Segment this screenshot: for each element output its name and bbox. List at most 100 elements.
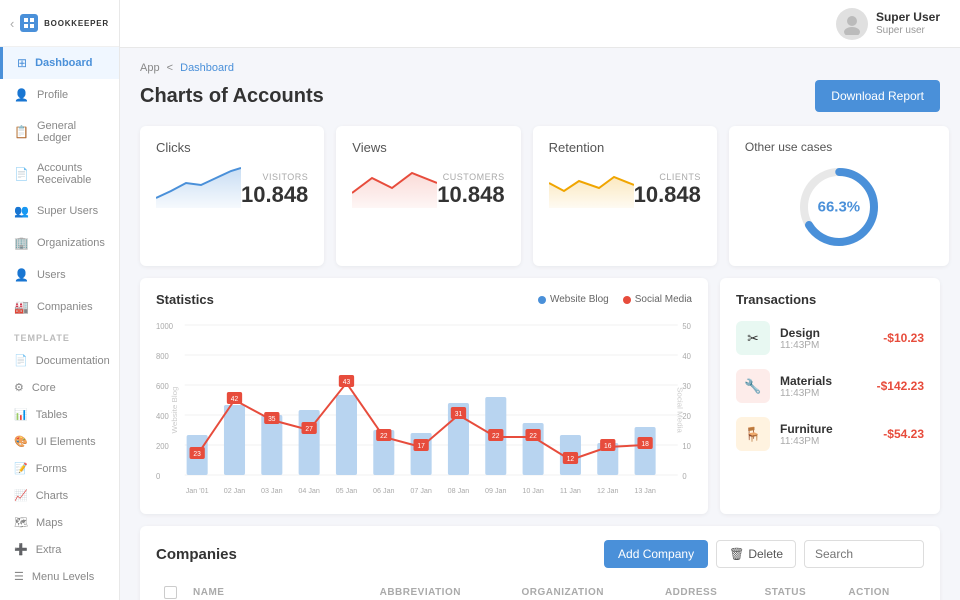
sidebar-item-accounts-receivable[interactable]: 📄 Accounts Receivable [0, 153, 119, 195]
clicks-value: 10.848 [241, 182, 308, 208]
furniture-info: Furniture 11:43PM [780, 422, 873, 447]
sidebar-label-menu-levels: Menu Levels [32, 571, 94, 583]
legend-social-media: Social Media [623, 294, 692, 305]
svg-text:35: 35 [268, 416, 276, 423]
statistics-chart-svg: 0 200 400 600 800 1000 0 10 20 30 40 50 [156, 315, 692, 500]
transaction-item-design: ✂ Design 11:43PM -$10.23 [736, 321, 924, 355]
sidebar-item-users[interactable]: 👤 Users [0, 259, 119, 291]
svg-text:12 Jan: 12 Jan [597, 486, 619, 495]
add-company-button[interactable]: Add Company [604, 540, 708, 568]
sidebar-item-general-ledger[interactable]: 📋 General Ledger [0, 111, 119, 153]
svg-text:22: 22 [529, 433, 537, 440]
svg-text:18: 18 [641, 441, 649, 448]
sidebar-logo[interactable]: ‹ BOOKKEEPER [0, 0, 119, 47]
design-name: Design [780, 326, 873, 340]
sidebar-item-tables[interactable]: 📊 Tables [0, 401, 119, 428]
delete-button[interactable]: 🗑 Delete [716, 540, 796, 568]
organizations-icon: 🏢 [14, 236, 29, 250]
col-address: ADDRESS [657, 580, 757, 600]
table-header-checkbox [156, 580, 185, 600]
svg-text:0: 0 [156, 472, 161, 481]
sidebar-item-maps[interactable]: 🗺 Maps [0, 509, 119, 536]
svg-text:11 Jan: 11 Jan [560, 486, 581, 495]
stat-card-retention: Retention CLIENTS [533, 126, 717, 266]
charts-transactions-row: Statistics Website Blog Social Media [140, 278, 940, 514]
svg-text:10 Jan: 10 Jan [522, 486, 544, 495]
logo-icon [20, 14, 38, 32]
sidebar-item-extra[interactable]: ➕ Extra [0, 536, 119, 563]
svg-text:23: 23 [193, 451, 201, 458]
svg-text:600: 600 [156, 382, 169, 391]
svg-text:03 Jan: 03 Jan [261, 486, 283, 495]
sidebar-label-ui-elements: UI Elements [36, 436, 96, 448]
materials-amount: -$142.23 [877, 379, 924, 393]
sidebar-item-profile[interactable]: 👤 Profile [0, 79, 119, 111]
profile-icon: 👤 [14, 88, 29, 102]
sidebar-label-general-ledger: General Ledger [37, 120, 105, 144]
sidebar-item-super-users[interactable]: 👥 Super Users [0, 195, 119, 227]
sidebar-item-ui-elements[interactable]: 🎨 UI Elements [0, 428, 119, 455]
svg-text:05 Jan: 05 Jan [336, 486, 358, 495]
svg-text:27: 27 [305, 426, 313, 433]
sidebar-item-organizations[interactable]: 🏢 Organizations [0, 227, 119, 259]
sidebar-item-documentation[interactable]: 📄 Documentation [0, 347, 119, 374]
accounts-icon: 📄 [14, 167, 29, 181]
sidebar-item-companies[interactable]: 🏭 Companies [0, 291, 119, 323]
transactions-card: Transactions ✂ Design 11:43PM -$10.23 🔧 … [720, 278, 940, 514]
svg-text:800: 800 [156, 352, 169, 361]
materials-time: 11:43PM [780, 388, 867, 399]
breadcrumb: App < Dashboard [140, 62, 940, 74]
page-title-row: Charts of Accounts Download Report [140, 80, 940, 112]
stat-cards-row: Clicks VISITORS 10 [140, 126, 940, 266]
other-use-cases-title: Other use cases [745, 140, 832, 154]
sidebar-item-dashboard[interactable]: ⊞ Dashboard [0, 47, 119, 79]
sidebar-label-organizations: Organizations [37, 237, 105, 249]
menu-levels-icon: ☰ [14, 570, 24, 583]
sidebar-item-charts[interactable]: 📈 Charts [0, 482, 119, 509]
sidebar-label-forms: Forms [36, 463, 67, 475]
svg-text:02 Jan: 02 Jan [224, 486, 246, 495]
download-report-button[interactable]: Download Report [815, 80, 940, 112]
col-abbreviation: ABBREVIATION [372, 580, 514, 600]
retention-value-block: CLIENTS 10.848 [634, 172, 701, 208]
furniture-amount: -$54.23 [883, 427, 924, 441]
sidebar-item-forms[interactable]: 📝 Forms [0, 455, 119, 482]
svg-text:13 Jan: 13 Jan [634, 486, 656, 495]
avatar [836, 8, 868, 40]
super-users-icon: 👥 [14, 204, 29, 218]
user-name: Super User [876, 10, 940, 24]
sidebar-item-menu-levels[interactable]: ☰ Menu Levels [0, 563, 119, 590]
ledger-icon: 📋 [14, 125, 29, 139]
views-label: CUSTOMERS [437, 172, 504, 182]
legend-dot-social [623, 296, 631, 304]
sidebar-label-core: Core [32, 382, 56, 394]
sidebar-label-tables: Tables [36, 409, 68, 421]
companies-icon: 🏭 [14, 300, 29, 314]
svg-text:17: 17 [417, 443, 425, 450]
select-all-checkbox[interactable] [164, 586, 177, 599]
tables-icon: 📊 [14, 408, 28, 421]
views-title: Views [352, 140, 504, 155]
trash-icon: 🗑 [729, 547, 744, 561]
svg-text:50: 50 [682, 322, 691, 331]
svg-text:22: 22 [492, 433, 500, 440]
dashboard-icon: ⊞ [17, 56, 27, 70]
col-name: NAME [185, 580, 372, 600]
chart-legend: Website Blog Social Media [538, 294, 692, 305]
furniture-time: 11:43PM [780, 436, 873, 447]
design-info: Design 11:43PM [780, 326, 873, 351]
transactions-title: Transactions [736, 292, 924, 307]
companies-search-input[interactable] [804, 540, 924, 568]
back-icon[interactable]: ‹ [10, 16, 14, 31]
design-time: 11:43PM [780, 340, 873, 351]
col-organization: ORGANIZATION [513, 580, 656, 600]
sidebar-label-users: Users [37, 269, 66, 281]
retention-value: 10.848 [634, 182, 701, 208]
svg-text:43: 43 [343, 379, 351, 386]
design-amount: -$10.23 [883, 331, 924, 345]
sidebar-label-dashboard: Dashboard [35, 57, 92, 69]
other-use-cases-card: Other use cases 66.3% [729, 126, 949, 266]
companies-header: Companies Add Company 🗑 Delete [156, 540, 924, 568]
svg-text:16: 16 [604, 443, 612, 450]
sidebar-item-core[interactable]: ⚙ Core [0, 374, 119, 401]
